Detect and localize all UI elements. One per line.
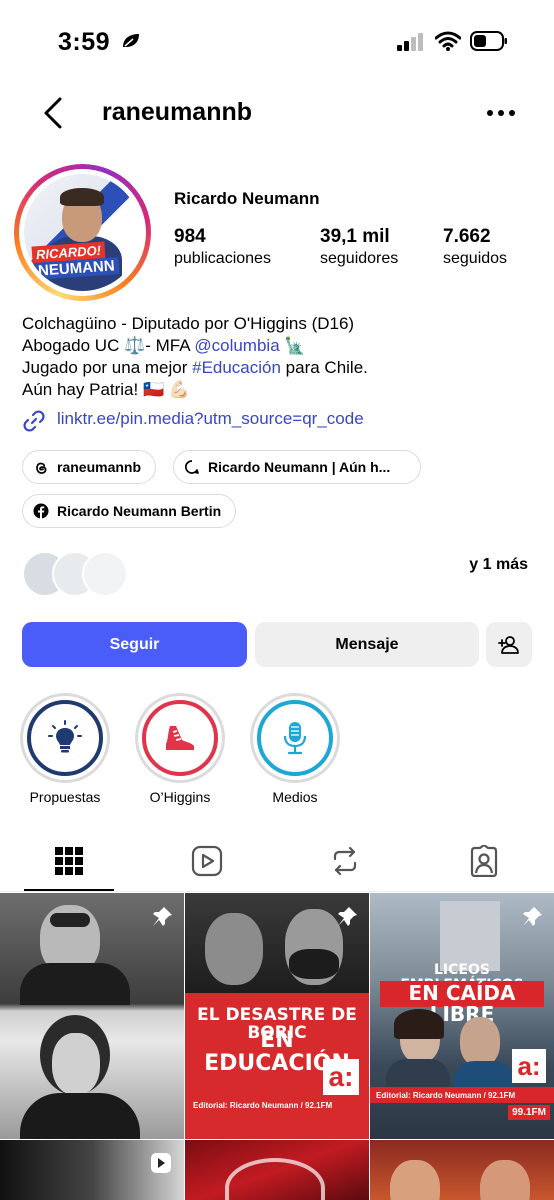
wifi-icon	[435, 31, 461, 51]
link-icon	[23, 410, 45, 432]
repost-icon[interactable]	[329, 845, 361, 877]
radio-frequency: 99.1FM	[508, 1105, 550, 1120]
suggested-users-button[interactable]	[486, 622, 532, 667]
bio-line-3: Jugado por una mejor #Educación para Chi…	[22, 357, 368, 379]
pill-label: Ricardo Neumann Bertin	[57, 503, 222, 519]
threads-chat-icon	[184, 460, 199, 474]
stat-posts-label[interactable]: publicaciones	[174, 250, 271, 268]
pill-threads-profile[interactable]: raneumannb	[22, 450, 157, 484]
bio-line-4: Aún hay Patria! 🇨🇱 💪🏻	[22, 380, 191, 399]
bio-line-2: Abogado UC ⚖️- MFA @columbia 🗽	[22, 335, 306, 357]
post-tile-2[interactable]: EL DESASTRE DE BORIC EN EDUCACIÓN a: Edi…	[185, 893, 369, 1139]
more-options-icon[interactable]	[486, 108, 516, 118]
mention-link[interactable]: @columbia	[194, 336, 279, 355]
bio-text: Abogado UC ⚖️- MFA	[22, 336, 195, 355]
pill-facebook[interactable]: Ricardo Neumann Bertin	[22, 494, 237, 528]
highlight-label: O’Higgins	[149, 789, 211, 805]
add-person-icon	[498, 635, 519, 654]
stat-following-label[interactable]: seguidos	[443, 250, 507, 268]
lightbulb-icon	[48, 720, 82, 753]
battery-icon	[470, 31, 507, 51]
follower-avatar	[82, 551, 128, 597]
followed-by-text: y 1 más	[469, 556, 528, 573]
stat-following-count[interactable]: 7.662	[443, 226, 491, 248]
post-subtitle: Editorial: Ricardo Neumann / 92.1FM	[193, 1101, 333, 1110]
bio-line-1: Colchagüino - Diputado por O'Higgins (D1…	[22, 314, 355, 333]
station-logo: a:	[323, 1059, 359, 1095]
highlight-label: Propuestas	[29, 789, 101, 805]
stat-followers-count[interactable]: 39,1 mil	[320, 226, 390, 248]
highlight-propuestas[interactable]	[20, 693, 110, 783]
back-arrow-icon[interactable]	[40, 96, 66, 130]
threads-icon	[36, 462, 47, 474]
post-tile-1[interactable]	[0, 893, 184, 1139]
reels-icon[interactable]	[191, 845, 223, 877]
profile-name: Ricardo Neumann	[174, 189, 320, 208]
bio-text: para Chile.	[280, 358, 368, 377]
highlight-ohiggins[interactable]	[135, 693, 225, 783]
stat-followers-label[interactable]: seguidores	[320, 250, 398, 268]
header-username: raneumannb	[102, 98, 253, 126]
focus-moon-icon	[123, 34, 139, 47]
pill-label: raneumannb	[57, 459, 142, 475]
post-tile-3[interactable]: LICEOS EMBLEMÁTICOS EN CAÍDA LIBRE a: Ed…	[370, 893, 554, 1139]
post-tile-6[interactable]	[370, 1140, 554, 1200]
followed-by-row[interactable]: y 1 más	[22, 551, 532, 601]
pill-label: Ricardo Neumann | Aún h...	[208, 459, 391, 475]
status-time: 3:59	[58, 28, 111, 56]
bio-emoji: 🗽	[279, 336, 306, 355]
post-subtitle: Editorial: Ricardo Neumann / 92.1FM	[376, 1091, 516, 1100]
highlight-medios[interactable]	[250, 693, 340, 783]
facebook-icon	[33, 503, 49, 519]
microphone-icon	[283, 722, 307, 755]
pin-icon	[523, 907, 542, 926]
bio-text: Jugado por una mejor	[22, 358, 193, 377]
pin-icon	[338, 907, 357, 926]
message-button[interactable]: Mensaje	[255, 622, 479, 667]
pin-icon	[153, 907, 172, 926]
pill-threads-channel[interactable]: Ricardo Neumann | Aún h...	[173, 450, 421, 484]
avatar-photo: RICARDO! NEUMANN	[24, 174, 141, 291]
highlight-label: Medios	[272, 789, 318, 805]
cellular-signal-icon	[397, 33, 423, 51]
station-logo: a:	[512, 1049, 546, 1083]
tab-divider	[0, 891, 554, 892]
hashtag-link[interactable]: #Educación	[192, 358, 281, 377]
stat-posts-count[interactable]: 984	[174, 226, 206, 248]
follow-button[interactable]: Seguir	[22, 622, 247, 667]
reel-indicator-icon	[151, 1153, 171, 1173]
tagged-icon[interactable]	[468, 845, 500, 877]
avatar[interactable]: RICARDO! NEUMANN	[14, 164, 151, 301]
grid-icon[interactable]	[53, 845, 85, 877]
sneaker-icon	[166, 726, 194, 750]
external-link[interactable]: linktr.ee/pin.media?utm_source=qr_code	[57, 409, 364, 429]
post-tile-4[interactable]	[0, 1140, 184, 1200]
post-tile-5[interactable]	[185, 1140, 369, 1200]
